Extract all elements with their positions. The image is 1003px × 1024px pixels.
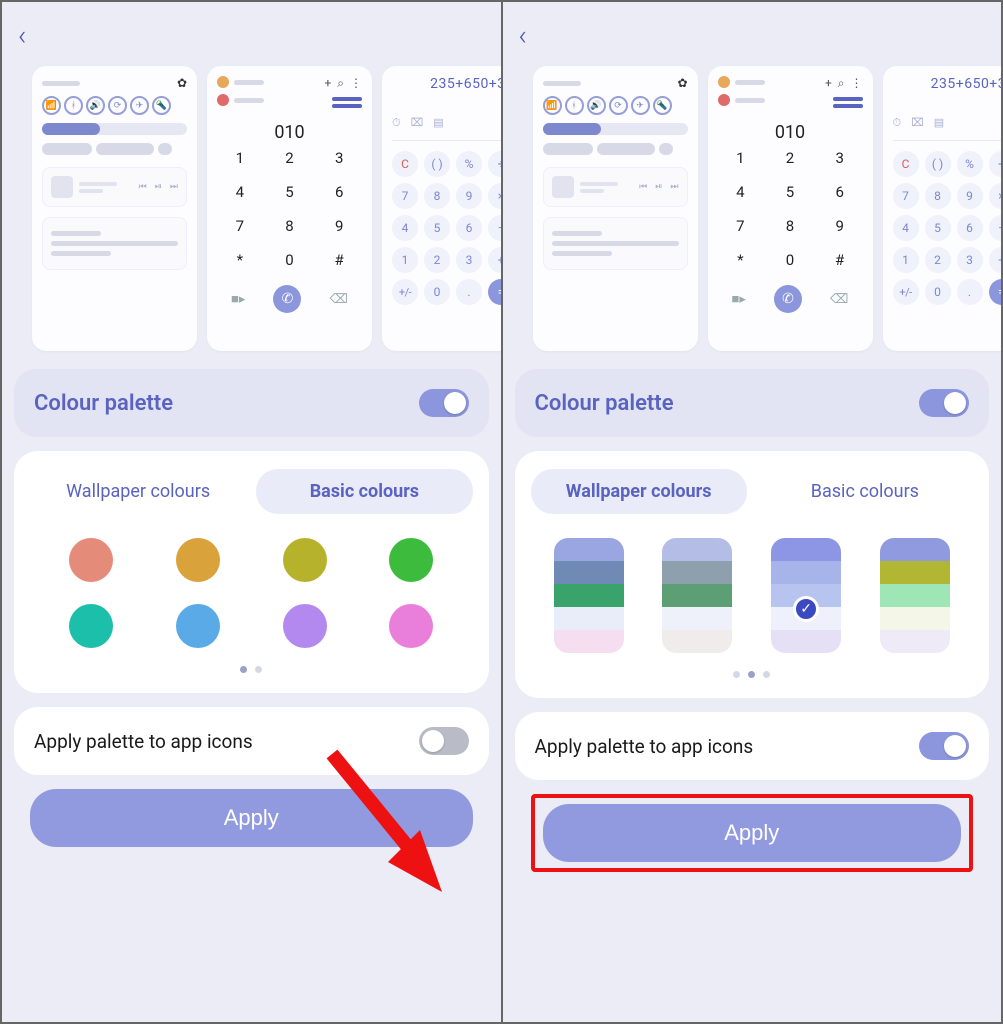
- tab-wallpaper-colours[interactable]: Wallpaper colours: [30, 469, 246, 514]
- more-icon: ⋮: [350, 76, 362, 91]
- pager-dots: [531, 671, 974, 678]
- colour-palette-toggle[interactable]: [419, 389, 469, 417]
- colour-palette-title: Colour palette: [535, 391, 674, 416]
- colour-swatch[interactable]: [176, 604, 220, 648]
- video-icon: ■▸: [231, 291, 245, 307]
- plus-icon: +: [324, 76, 331, 91]
- apply-to-icons-toggle[interactable]: [919, 732, 969, 760]
- check-icon: ✓: [793, 596, 819, 622]
- palette-stack[interactable]: [662, 538, 732, 653]
- dial-keypad: 123 456 789 *0#: [217, 149, 362, 269]
- colour-palette-title: Colour palette: [34, 391, 173, 416]
- gear-icon: ✿: [177, 76, 187, 90]
- colour-swatch[interactable]: [283, 604, 327, 648]
- apply-to-icons-toggle[interactable]: [419, 727, 469, 755]
- tab-basic-colours[interactable]: Basic colours: [256, 469, 472, 514]
- apply-to-icons-label: Apply palette to app icons: [34, 730, 253, 753]
- back-icon[interactable]: ‹: [519, 19, 527, 52]
- tab-basic-colours[interactable]: Basic colours: [757, 469, 973, 514]
- delete-icon: ⌫: [330, 292, 348, 307]
- back-icon[interactable]: ‹: [18, 19, 26, 52]
- palette-stack[interactable]: ✓: [771, 538, 841, 653]
- quick-toggle-icons: 📶 ᚼ 🔊 ⟳ ✈ 🔦: [42, 96, 187, 115]
- apply-to-icons-label: Apply palette to app icons: [535, 735, 754, 758]
- preview-strip: ✿ 📶 ᚼ 🔊 ⟳ ✈ 🔦 ⏮ ⏯ ⏭: [2, 58, 501, 369]
- palette-stack[interactable]: [880, 538, 950, 653]
- apply-button[interactable]: Apply: [30, 789, 473, 847]
- brightness-slider: [42, 123, 187, 135]
- colour-swatch[interactable]: [69, 538, 113, 582]
- calc-expression: 235+650+37: [392, 76, 501, 92]
- calc-keypad: C( )%÷ 789× 456− 123+ +/-0.=: [392, 151, 501, 305]
- screenshot-right: ‹ ✿ 📶ᚼ🔊⟳✈🔦 ⏮⏯⏭ +⌕⋮ 01: [502, 0, 1003, 1024]
- apply-to-icons-row[interactable]: Apply palette to app icons: [515, 712, 990, 780]
- colour-swatch[interactable]: [283, 538, 327, 582]
- colour-swatch[interactable]: [176, 538, 220, 582]
- preview-calculator[interactable]: 235+650+37 ⏱ ⌧ ▤ C( )%÷ 789× 456− 123+ +…: [382, 66, 501, 351]
- colour-picker-card: Wallpaper colours Basic colours: [14, 451, 489, 693]
- preview-dialer[interactable]: + ⌕ ⋮ 010 123 456 789 *0# ■▸ ✆ ⌫: [207, 66, 372, 351]
- dial-display: 010: [217, 122, 362, 143]
- colour-palette-toggle[interactable]: [919, 389, 969, 417]
- gear-icon: ✿: [677, 76, 687, 90]
- preview-quickpanel[interactable]: ✿ 📶ᚼ🔊⟳✈🔦 ⏮⏯⏭: [533, 66, 698, 351]
- colour-swatch[interactable]: [69, 604, 113, 648]
- colour-swatch[interactable]: [389, 538, 433, 582]
- basic-colour-swatches: [30, 538, 473, 648]
- annotation-highlight: Apply: [531, 794, 974, 872]
- apply-to-icons-row[interactable]: Apply palette to app icons: [14, 707, 489, 775]
- preview-dialer[interactable]: +⌕⋮ 010 123 456 789 *0# ■▸ ✆ ⌫: [708, 66, 873, 351]
- call-icon: ✆: [273, 285, 301, 313]
- colour-palette-row[interactable]: Colour palette: [14, 369, 489, 437]
- search-icon: ⌕: [337, 76, 344, 91]
- tab-wallpaper-colours[interactable]: Wallpaper colours: [531, 469, 747, 514]
- colour-swatch[interactable]: [389, 604, 433, 648]
- header: ‹: [2, 2, 501, 58]
- palette-stack[interactable]: [554, 538, 624, 653]
- preview-calculator[interactable]: 235+650+37 ⏱⌧▤ C( )%÷ 789× 456− 123+ +/-…: [883, 66, 1002, 351]
- pager-dots: [30, 666, 473, 673]
- wallpaper-colour-stacks: ✓: [531, 538, 974, 671]
- colour-palette-row[interactable]: Colour palette: [515, 369, 990, 437]
- preview-quickpanel[interactable]: ✿ 📶 ᚼ 🔊 ⟳ ✈ 🔦 ⏮ ⏯ ⏭: [32, 66, 197, 351]
- header: ‹: [503, 2, 1002, 58]
- colour-picker-card: Wallpaper colours Basic colours ✓: [515, 451, 990, 698]
- screenshot-left: ‹ ✿ 📶 ᚼ 🔊 ⟳ ✈ 🔦: [0, 0, 502, 1024]
- preview-strip: ✿ 📶ᚼ🔊⟳✈🔦 ⏮⏯⏭ +⌕⋮ 010 123: [503, 58, 1002, 369]
- apply-button[interactable]: Apply: [543, 804, 962, 862]
